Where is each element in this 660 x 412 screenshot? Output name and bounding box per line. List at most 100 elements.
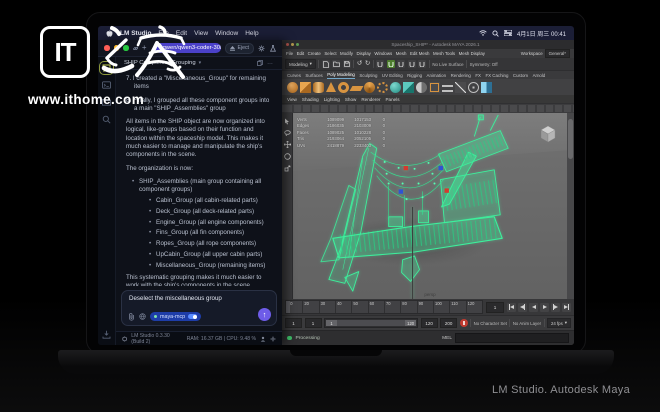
shelf-icon[interactable] (429, 82, 440, 93)
play-forward-button[interactable] (540, 303, 549, 312)
viewport-toolbar[interactable] (282, 103, 574, 113)
undo-icon[interactable]: ↺ (357, 60, 362, 68)
menu-item[interactable]: Modify (340, 51, 353, 56)
shelf-icon[interactable] (377, 82, 388, 93)
shelf-icon[interactable] (442, 85, 453, 92)
scale-tool-icon[interactable] (284, 165, 291, 172)
menu-item[interactable]: Mesh Tools (433, 51, 455, 56)
menu-item[interactable]: File (286, 51, 293, 56)
panel-menu-item[interactable]: Show (345, 97, 357, 102)
character-set-label[interactable]: No Character Set (474, 321, 507, 326)
symmetry-label[interactable]: Symmetry: Off (470, 62, 498, 67)
shelf-icon[interactable] (468, 82, 479, 93)
new-scene-icon[interactable] (322, 60, 330, 68)
panel-menu-item[interactable]: Lighting (324, 97, 340, 102)
mel-label[interactable]: MEL (442, 336, 452, 341)
minimize-window-button[interactable] (291, 43, 294, 46)
shelf-icon[interactable] (364, 82, 375, 93)
zoom-window-button[interactable] (296, 43, 299, 46)
shelf-icon[interactable] (403, 82, 414, 93)
shelf-icon[interactable] (313, 82, 324, 93)
menu-set-selector[interactable]: Modeling▾ (285, 59, 316, 69)
timeline-ruler[interactable]: 102030405060708090100110120 (285, 300, 483, 314)
chat-composer[interactable]: Deselect the miscellaneous group (121, 290, 277, 326)
menu-item[interactable]: Display (356, 51, 370, 56)
anim-end-field[interactable]: 200 (440, 318, 457, 328)
download-icon[interactable] (102, 330, 111, 339)
eject-model-button[interactable]: Eject (225, 43, 254, 54)
more-options-icon[interactable]: … (267, 60, 274, 66)
timeline-tick[interactable]: 80 (400, 301, 416, 313)
menu-item[interactable]: Edit Mesh (410, 51, 430, 56)
menubar-menu[interactable]: Window (215, 30, 238, 37)
shelf-icon[interactable] (287, 82, 298, 93)
lasso-tool-icon[interactable] (284, 130, 291, 136)
timeline-tick[interactable]: 40 (335, 301, 351, 313)
redo-icon[interactable]: ↻ (365, 60, 370, 68)
anim-start-field[interactable]: 1 (285, 318, 302, 328)
mcp-toggle[interactable] (188, 314, 197, 319)
gear-icon[interactable] (258, 45, 265, 52)
snap-grid-icon[interactable] (376, 60, 384, 68)
duplicate-icon[interactable] (257, 60, 263, 66)
step-back-key-button[interactable] (518, 303, 527, 312)
shelf-icon[interactable] (481, 82, 492, 93)
menu-item[interactable]: Mesh (396, 51, 407, 56)
menu-item[interactable]: Select (324, 51, 336, 56)
snap-plane-icon[interactable] (408, 60, 416, 68)
fps-selector[interactable]: 24 fps▾ (547, 318, 571, 328)
timeline-tick[interactable]: 60 (368, 301, 384, 313)
wifi-icon[interactable] (479, 30, 487, 36)
sidebar-discover-icon[interactable] (102, 115, 111, 124)
workspace-selector[interactable]: General* (545, 49, 570, 58)
snap-point-icon[interactable] (397, 60, 405, 68)
timeline-tick[interactable]: 20 (302, 301, 318, 313)
go-to-end-button[interactable] (562, 303, 571, 312)
step-forward-key-button[interactable] (551, 303, 560, 312)
menu-item[interactable]: Windows (374, 51, 392, 56)
timeline-tick[interactable]: 10 (286, 301, 302, 313)
shelf-icon[interactable] (349, 86, 363, 91)
shelf-icon[interactable] (326, 82, 336, 92)
timeline-tick[interactable]: 50 (351, 301, 367, 313)
snap-view-icon[interactable] (418, 60, 426, 68)
user-icon[interactable] (260, 336, 266, 342)
shelf-icon[interactable] (416, 82, 427, 93)
go-to-start-button[interactable] (507, 303, 516, 312)
control-center-icon[interactable] (504, 30, 512, 36)
mcp-server-pill[interactable]: maya-mcp (150, 312, 201, 321)
chevron-down-icon[interactable]: ▾ (199, 60, 202, 66)
close-window-button[interactable] (286, 43, 289, 46)
menubar-menu[interactable]: View (194, 30, 208, 37)
playback-end-field[interactable]: 120 (421, 318, 438, 328)
flask-icon[interactable] (270, 45, 276, 52)
anim-layer-label[interactable]: No Anim Layer (513, 321, 541, 326)
shelf-tab[interactable]: Poly Modeling (327, 72, 355, 79)
mention-globe-icon[interactable] (139, 313, 146, 320)
shelf-icon[interactable] (455, 82, 466, 93)
timeline-tick[interactable]: 100 (433, 301, 449, 313)
step-back-frame-button[interactable] (529, 303, 538, 312)
select-tool-icon[interactable] (284, 118, 290, 125)
snap-curve-icon-active[interactable] (387, 60, 395, 68)
timeline-tick[interactable]: 120 (466, 301, 482, 313)
view-axis-cube-icon[interactable] (539, 125, 557, 143)
rotate-tool-icon[interactable] (284, 153, 291, 160)
menu-item[interactable]: Edit (297, 51, 305, 56)
shelf-icon[interactable] (390, 82, 401, 93)
shelf-icon[interactable] (338, 82, 349, 93)
send-button[interactable]: ↑ (258, 308, 271, 321)
menu-item[interactable]: Create (308, 51, 321, 56)
search-icon[interactable] (492, 30, 499, 37)
timeline-tick[interactable]: 90 (417, 301, 433, 313)
menubar-menu[interactable]: Help (245, 30, 258, 37)
save-scene-icon[interactable] (343, 60, 351, 68)
scrollbar[interactable] (567, 113, 574, 299)
open-scene-icon[interactable] (332, 60, 340, 68)
panel-menu-item[interactable]: Panels (385, 97, 399, 102)
current-frame-field[interactable]: 1 (486, 302, 504, 313)
panel-menu-item[interactable]: Shading (302, 97, 319, 102)
timeline-tick[interactable]: 70 (384, 301, 400, 313)
menubar-clock[interactable]: 4月1日 周三 00:41 (517, 29, 566, 38)
range-end-thumb[interactable]: 120 (405, 320, 416, 326)
